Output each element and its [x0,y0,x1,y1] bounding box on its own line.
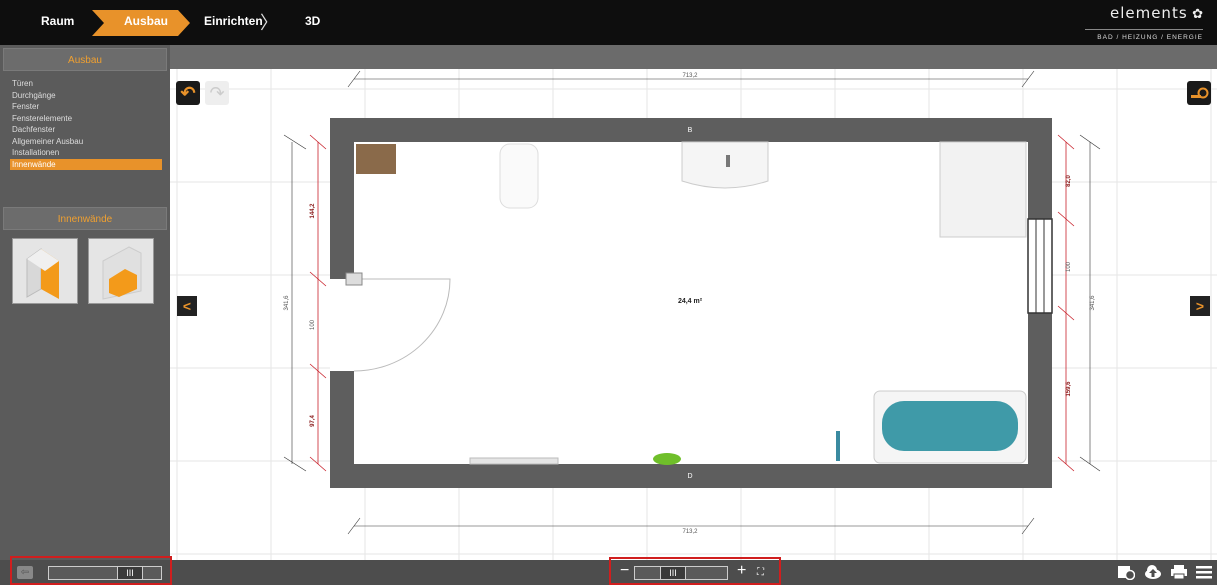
sidebar-item-dachfenster[interactable]: Dachfenster [10,124,162,136]
history-icon[interactable] [1117,564,1135,580]
towel-rack[interactable] [836,431,840,461]
menu-icon[interactable] [1195,564,1213,580]
sidebar: Ausbau Türen Durchgänge Fenster Fenstere… [0,45,170,560]
wall-half-icon [102,246,142,300]
undo-icon[interactable]: ↶ [176,81,200,105]
step-ausbau[interactable]: Ausbau [124,14,168,28]
sidebar-item-innenwaende[interactable]: Innenwände [10,158,162,170]
dim-left-segment-1: 144,2 [310,203,316,219]
highlight-box-center [609,557,781,585]
inner-wall-option-full[interactable] [12,238,78,304]
dim-left-segment-3: 97,4 [310,415,316,427]
sidebar-subsection-title: Innenwände [3,207,167,230]
sidebar-item-fenster[interactable]: Fenster [10,101,162,113]
inner-wall-option-half[interactable] [88,238,154,304]
plant-wall-decor[interactable] [356,144,396,174]
shower[interactable] [939,141,1027,238]
sidebar-item-allgemeiner-ausbau[interactable]: Allgemeiner Ausbau [10,136,162,148]
door-handle-marker[interactable] [345,272,363,286]
window-element[interactable] [1027,218,1053,314]
toilet[interactable] [499,143,539,209]
upload-icon[interactable] [1144,564,1162,580]
chevron-right-icon[interactable]: > [1190,296,1210,316]
brand-tagline: BAD / HEIZUNG / ENERGIE [1097,34,1203,41]
chevron-left-icon[interactable]: < [177,296,197,316]
dim-left-total-label: 341,6 [284,295,290,311]
faucet [726,155,730,167]
washbasin[interactable] [681,141,769,189]
chevron-right-icon: 〉 [260,13,278,34]
dim-right-segment-2: 100 [1066,261,1072,272]
tape-measure-icon [1191,87,1209,99]
dim-bottom-label: 713,2 [682,529,698,535]
sidebar-item-tueren[interactable]: Türen [10,78,162,90]
dim-right-total-label: 341,6 [1090,295,1096,311]
brand-name: elements [1109,4,1188,22]
radiator[interactable] [469,457,559,465]
wall-label-bottom: D [687,473,692,480]
dim-top-label: 713,2 [682,73,698,79]
green-plant[interactable] [653,453,681,465]
sidebar-item-durchgaenge[interactable]: Durchgänge [10,90,162,102]
dim-left-segment-2: 100 [310,319,316,330]
step-einrichten[interactable]: Einrichten [204,14,263,28]
bathtub-water [882,401,1018,451]
brand-flower-icon: ✿ [1192,6,1203,21]
floorplan: B D 24,4 m² 713,2 713,2 341,6 144,2 100 … [170,69,1217,560]
dim-right-segment-1: 82,0 [1066,175,1072,187]
redo-icon[interactable]: ↷ [205,81,229,105]
print-icon[interactable] [1170,564,1188,580]
highlight-box-left [10,556,172,585]
door-opening[interactable] [330,279,354,371]
top-bar: Raum Ausbau Einrichten 〉 3D elements ✿ B… [0,0,1217,45]
dim-right-segment-3: 159,6 [1066,381,1072,397]
step-raum[interactable]: Raum [41,14,74,28]
sidebar-list: Türen Durchgänge Fenster Fensterelemente… [10,78,162,170]
sidebar-item-fensterelemente[interactable]: Fensterelemente [10,113,162,125]
brand-divider [1085,29,1203,30]
measure-icon[interactable] [1187,81,1211,105]
wall-full-icon [26,248,59,299]
room-area: 24,4 m² [678,298,703,305]
wall-label-top: B [688,127,693,134]
sidebar-section-title: Ausbau [3,48,167,71]
brand-logo: elements ✿ BAD / HEIZUNG / ENERGIE [1085,4,1203,41]
step-3d[interactable]: 3D [305,14,320,28]
sidebar-item-installationen[interactable]: Installationen [10,147,162,159]
canvas-top-strip [170,45,1217,69]
